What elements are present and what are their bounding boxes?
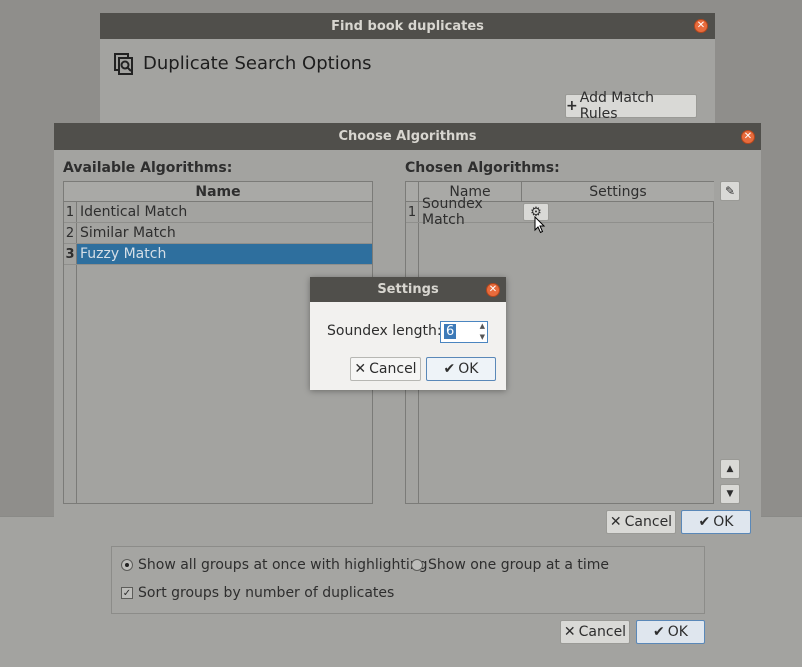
- available-label: Available Algorithms:: [63, 160, 233, 176]
- list-item[interactable]: 1 Identical Match: [64, 202, 372, 223]
- soundex-length-label: Soundex length:: [327, 323, 442, 339]
- move-up-icon[interactable]: ▲: [720, 459, 740, 479]
- sort-groups-label: Sort groups by number of duplicates: [138, 585, 395, 601]
- list-item-selected[interactable]: 3 Fuzzy Match: [64, 244, 372, 265]
- page-title: Duplicate Search Options: [143, 53, 372, 74]
- main-window: Find book duplicates ✕ Duplicate Search …: [100, 13, 715, 133]
- check-icon: ✔: [698, 514, 711, 530]
- settings-dialog: Settings ✕ Soundex length: 6 ▲ ▼ ✕ Cance…: [310, 277, 506, 390]
- list-item[interactable]: 1 Soundex Match ⚙: [406, 196, 714, 228]
- choose-ok-button[interactable]: ✔ OK: [681, 510, 751, 534]
- cancel-icon: ✕: [563, 624, 576, 640]
- settings-ok-button[interactable]: ✔ OK: [426, 357, 496, 381]
- settings-cancel-label: Cancel: [369, 361, 417, 377]
- choose-ok-label: OK: [713, 514, 734, 530]
- one-group-label: Show one group at a time: [428, 557, 610, 573]
- main-window-titlebar: Find book duplicates ✕: [100, 13, 715, 39]
- search-options-icon: [114, 53, 134, 75]
- add-match-rules-label: Add Match Rules: [579, 90, 655, 122]
- settings-dialog-titlebar: Settings ✕: [310, 277, 506, 302]
- close-icon[interactable]: ✕: [741, 130, 755, 144]
- all-groups-radio[interactable]: [121, 559, 133, 571]
- main-ok-button[interactable]: ✔ OK: [636, 620, 705, 644]
- move-down-icon[interactable]: ▼: [720, 484, 740, 504]
- check-icon: ✔: [443, 361, 456, 377]
- settings-dialog-title: Settings: [377, 282, 439, 297]
- plus-icon: +: [566, 98, 578, 114]
- settings-ok-label: OK: [458, 361, 479, 377]
- check-icon: ✔: [653, 624, 665, 640]
- chosen-settings-header[interactable]: Settings: [522, 182, 714, 202]
- available-name-header[interactable]: Name: [64, 182, 372, 202]
- choose-dialog-titlebar: Choose Algorithms ✕: [54, 123, 761, 150]
- list-item[interactable]: 2 Similar Match: [64, 223, 372, 244]
- spin-up-icon[interactable]: ▲: [480, 322, 485, 330]
- cancel-icon: ✕: [609, 514, 622, 530]
- choose-dialog-title: Choose Algorithms: [338, 129, 477, 144]
- spin-down-icon[interactable]: ▼: [480, 333, 485, 341]
- cancel-icon: ✕: [354, 361, 367, 377]
- close-icon[interactable]: ✕: [694, 19, 708, 33]
- settings-cancel-button[interactable]: ✕ Cancel: [350, 357, 421, 381]
- all-groups-label: Show all groups at once with highlightin…: [138, 557, 428, 573]
- choose-cancel-label: Cancel: [624, 514, 673, 530]
- mouse-cursor-icon: [534, 215, 546, 234]
- main-window-title: Find book duplicates: [331, 18, 484, 34]
- soundex-length-value: 6: [444, 324, 457, 339]
- sort-groups-checkbox[interactable]: ✓: [121, 587, 133, 599]
- display-options-group: Show all groups at once with highlightin…: [111, 546, 705, 614]
- main-ok-label: OK: [667, 624, 688, 640]
- choose-cancel-button[interactable]: ✕ Cancel: [606, 510, 676, 534]
- close-icon[interactable]: ✕: [486, 283, 500, 297]
- soundex-length-spinbox[interactable]: 6 ▲ ▼: [440, 321, 488, 343]
- main-cancel-button[interactable]: ✕ Cancel: [560, 620, 630, 644]
- chosen-label: Chosen Algorithms:: [405, 160, 560, 176]
- add-match-rules-button[interactable]: + Add Match Rules: [565, 90, 697, 122]
- edit-icon[interactable]: ✎: [720, 181, 740, 201]
- main-cancel-label: Cancel: [578, 624, 627, 640]
- one-group-radio[interactable]: [411, 559, 423, 571]
